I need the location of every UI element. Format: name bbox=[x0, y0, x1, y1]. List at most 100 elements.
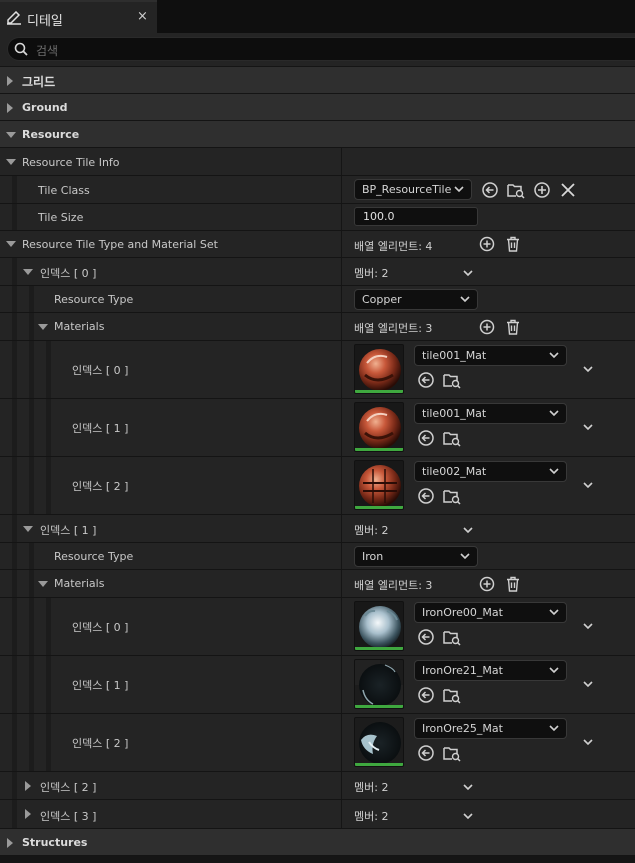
add-element-icon[interactable] bbox=[478, 575, 496, 593]
index-label: 인덱스 [ 1 ] bbox=[40, 524, 97, 537]
expand-arrow-icon[interactable] bbox=[7, 103, 13, 113]
resource-tile-info-row[interactable]: Resource Tile Info bbox=[0, 148, 635, 176]
chevron-down-icon[interactable] bbox=[582, 679, 594, 689]
tile-size-input[interactable]: 100.0 bbox=[354, 207, 478, 226]
resource-type-dropdown[interactable]: Iron bbox=[354, 546, 478, 567]
browse-folder-icon[interactable] bbox=[443, 429, 461, 447]
materials-row[interactable]: Materials 배열 엘리먼트: 3 bbox=[0, 570, 635, 598]
material-dropdown[interactable]: IronOre00_Mat bbox=[414, 602, 567, 623]
chevron-down-icon bbox=[460, 553, 470, 560]
property-label: Resource Type bbox=[54, 293, 134, 306]
category-ground[interactable]: Ground bbox=[0, 94, 635, 121]
material-dropdown[interactable]: IronOre21_Mat bbox=[414, 660, 567, 681]
expand-arrow-icon[interactable] bbox=[25, 781, 31, 791]
browse-folder-icon[interactable] bbox=[507, 181, 525, 199]
use-selected-icon[interactable] bbox=[417, 487, 435, 505]
use-selected-icon[interactable] bbox=[417, 744, 435, 762]
material-dropdown[interactable]: tile002_Mat bbox=[414, 461, 567, 482]
expand-arrow-icon[interactable] bbox=[7, 838, 13, 848]
use-selected-icon[interactable] bbox=[417, 628, 435, 646]
pencil-icon bbox=[7, 11, 21, 25]
tile-class-row: Tile Class BP_ResourceTile bbox=[0, 176, 635, 204]
use-selected-icon[interactable] bbox=[417, 686, 435, 704]
material-name: IronOre21_Mat bbox=[422, 664, 503, 677]
index-1-row[interactable]: 인덱스 [ 1 ] 멤버: 2 bbox=[0, 515, 635, 543]
browse-folder-icon[interactable] bbox=[443, 744, 461, 762]
trash-icon[interactable] bbox=[504, 575, 522, 593]
materials-row[interactable]: Materials 배열 엘리먼트: 3 bbox=[0, 313, 635, 341]
category-resource[interactable]: Resource bbox=[0, 121, 635, 148]
index-3-row[interactable]: 인덱스 [ 3 ] 멤버: 2 bbox=[0, 800, 635, 829]
browse-folder-icon[interactable] bbox=[443, 686, 461, 704]
material-name: tile001_Mat bbox=[422, 349, 487, 362]
add-circle-icon[interactable] bbox=[533, 181, 551, 199]
tile-class-dropdown[interactable]: BP_ResourceTile bbox=[354, 179, 472, 200]
trash-icon[interactable] bbox=[504, 318, 522, 336]
index-label: 인덱스 [ 0 ] bbox=[72, 621, 129, 634]
index-label: 인덱스 [ 1 ] bbox=[72, 422, 129, 435]
type-material-set-row[interactable]: Resource Tile Type and Material Set 배열 엘… bbox=[0, 231, 635, 258]
material-dropdown[interactable]: tile001_Mat bbox=[414, 403, 567, 424]
collapse-arrow-icon[interactable] bbox=[23, 526, 33, 532]
chevron-down-icon[interactable] bbox=[462, 782, 474, 792]
collapse-arrow-icon[interactable] bbox=[38, 324, 48, 330]
collapse-arrow-icon[interactable] bbox=[6, 132, 16, 138]
property-label: Resource Tile Info bbox=[22, 156, 120, 169]
resource-type-dropdown[interactable]: Copper bbox=[354, 289, 478, 310]
collapse-arrow-icon[interactable] bbox=[6, 159, 16, 165]
add-element-icon[interactable] bbox=[478, 318, 496, 336]
search-icon bbox=[14, 42, 28, 56]
add-element-icon[interactable] bbox=[478, 235, 496, 253]
trash-icon[interactable] bbox=[504, 235, 522, 253]
chevron-down-icon[interactable] bbox=[462, 811, 474, 821]
chevron-down-icon[interactable] bbox=[462, 525, 474, 535]
material-thumbnail[interactable] bbox=[354, 460, 404, 510]
category-structures[interactable]: Structures bbox=[0, 829, 635, 856]
chevron-down-icon[interactable] bbox=[582, 480, 594, 490]
chevron-down-icon[interactable] bbox=[462, 268, 474, 278]
material-thumbnail[interactable] bbox=[354, 659, 404, 709]
use-selected-icon[interactable] bbox=[417, 371, 435, 389]
material-thumbnail[interactable] bbox=[354, 344, 404, 394]
search-placeholder: 검색 bbox=[36, 44, 59, 58]
material-dropdown[interactable]: tile001_Mat bbox=[414, 345, 567, 366]
material-row: 인덱스 [ 1 ] IronOre21_Mat bbox=[0, 656, 635, 714]
search-input[interactable]: 검색 bbox=[7, 37, 635, 61]
material-dropdown[interactable]: IronOre25_Mat bbox=[414, 718, 567, 739]
use-selected-icon[interactable] bbox=[481, 181, 499, 199]
chevron-down-icon[interactable] bbox=[582, 364, 594, 374]
use-selected-icon[interactable] bbox=[417, 429, 435, 447]
chevron-down-icon[interactable] bbox=[582, 621, 594, 631]
collapse-arrow-icon[interactable] bbox=[38, 581, 48, 587]
tile-class-value: BP_ResourceTile bbox=[362, 183, 452, 196]
clear-icon[interactable] bbox=[559, 181, 577, 199]
tab-title: 디테일 bbox=[27, 14, 63, 29]
close-icon[interactable]: × bbox=[137, 9, 148, 24]
details-tab[interactable]: 디테일 × bbox=[0, 0, 157, 33]
material-row: 인덱스 [ 2 ] IronOre25_Mat bbox=[0, 714, 635, 772]
browse-folder-icon[interactable] bbox=[443, 628, 461, 646]
collapse-arrow-icon[interactable] bbox=[6, 241, 16, 247]
chevron-down-icon[interactable] bbox=[582, 422, 594, 432]
material-row: 인덱스 [ 2 ] tile002_Mat bbox=[0, 457, 635, 515]
index-label: 인덱스 [ 2 ] bbox=[72, 480, 129, 493]
expand-arrow-icon[interactable] bbox=[25, 809, 31, 819]
index-0-row[interactable]: 인덱스 [ 0 ] 멤버: 2 bbox=[0, 258, 635, 286]
chevron-down-icon[interactable] bbox=[582, 737, 594, 747]
material-name: IronOre25_Mat bbox=[422, 722, 503, 735]
material-thumbnail[interactable] bbox=[354, 601, 404, 651]
chevron-down-icon bbox=[549, 468, 559, 475]
browse-folder-icon[interactable] bbox=[443, 487, 461, 505]
material-thumbnail[interactable] bbox=[354, 717, 404, 767]
array-elements-count: 배열 엘리먼트: 4 bbox=[354, 240, 433, 253]
collapse-arrow-icon[interactable] bbox=[23, 269, 33, 275]
index-2-row[interactable]: 인덱스 [ 2 ] 멤버: 2 bbox=[0, 772, 635, 800]
browse-folder-icon[interactable] bbox=[443, 371, 461, 389]
members-count: 멤버: 2 bbox=[354, 524, 389, 537]
search-bar: 검색 bbox=[0, 33, 635, 66]
material-thumbnail[interactable] bbox=[354, 402, 404, 452]
category-grid[interactable]: 그리드 bbox=[0, 67, 635, 94]
expand-arrow-icon[interactable] bbox=[7, 76, 13, 86]
array-elements-count: 배열 엘리먼트: 3 bbox=[354, 322, 433, 335]
resource-type-row: Resource Type Iron bbox=[0, 543, 635, 570]
